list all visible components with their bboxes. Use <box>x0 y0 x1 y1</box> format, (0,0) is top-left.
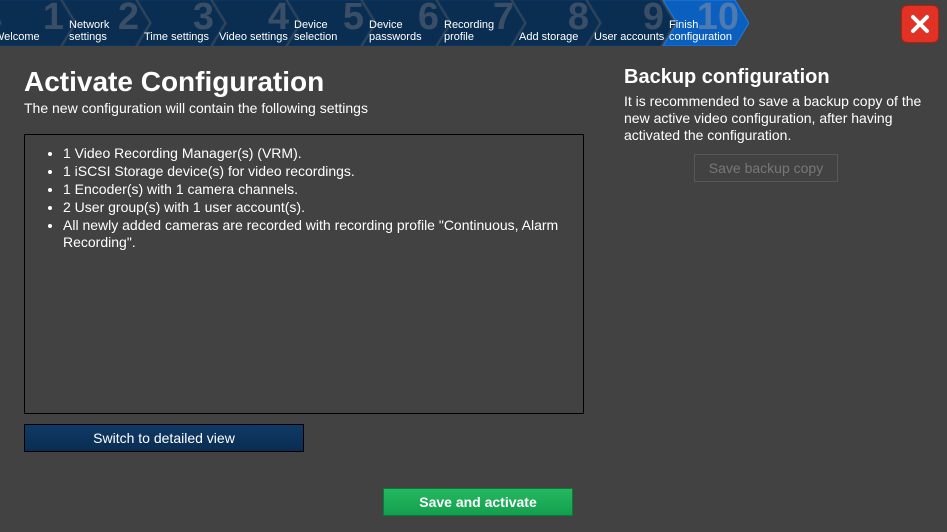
save-backup-button: Save backup copy <box>694 154 838 182</box>
page-subtitle: The new configuration will contain the f… <box>24 100 584 116</box>
wizard-step-7[interactable]: 7Recording profile <box>438 0 524 46</box>
summary-list: 1 Video Recording Manager(s) (VRM).1 iSC… <box>39 145 569 251</box>
wizard-step-10[interactable]: 10Finish configuration <box>663 0 749 46</box>
wizard-step-8[interactable]: 8Add storage <box>513 0 599 46</box>
content-area: Activate Configuration The new configura… <box>0 48 947 452</box>
summary-item: All newly added cameras are recorded wit… <box>63 217 569 251</box>
wizard-step-9[interactable]: 9User accounts <box>588 0 674 46</box>
summary-box: 1 Video Recording Manager(s) (VRM).1 iSC… <box>24 134 584 414</box>
detailed-view-button[interactable]: Switch to detailed view <box>24 424 304 452</box>
summary-item: 2 User group(s) with 1 user account(s). <box>63 199 569 216</box>
backup-title: Backup configuration <box>624 66 924 89</box>
save-activate-button[interactable]: Save and activate <box>383 488 573 516</box>
summary-item: 1 Video Recording Manager(s) (VRM). <box>63 145 569 162</box>
wizard-step-3[interactable]: 3Time settings <box>138 0 224 46</box>
summary-item: 1 iSCSI Storage device(s) for video reco… <box>63 163 569 180</box>
wizard-step-5[interactable]: 5Device selection <box>288 0 374 46</box>
left-panel: Activate Configuration The new configura… <box>24 66 584 452</box>
wizard-step-4[interactable]: 4Video settings <box>213 0 299 46</box>
close-icon <box>908 12 932 36</box>
summary-item: 1 Encoder(s) with 1 camera channels. <box>63 181 569 198</box>
close-button[interactable] <box>901 5 939 43</box>
backup-description: It is recommended to save a backup copy … <box>624 93 924 144</box>
wizard-bar: 1Welcome2Network settings3Time settings4… <box>0 0 947 48</box>
page-title: Activate Configuration <box>24 66 584 98</box>
wizard-step-6[interactable]: 6Device passwords <box>363 0 449 46</box>
wizard-step-2[interactable]: 2Network settings <box>63 0 149 46</box>
right-panel: Backup configuration It is recommended t… <box>624 66 924 452</box>
